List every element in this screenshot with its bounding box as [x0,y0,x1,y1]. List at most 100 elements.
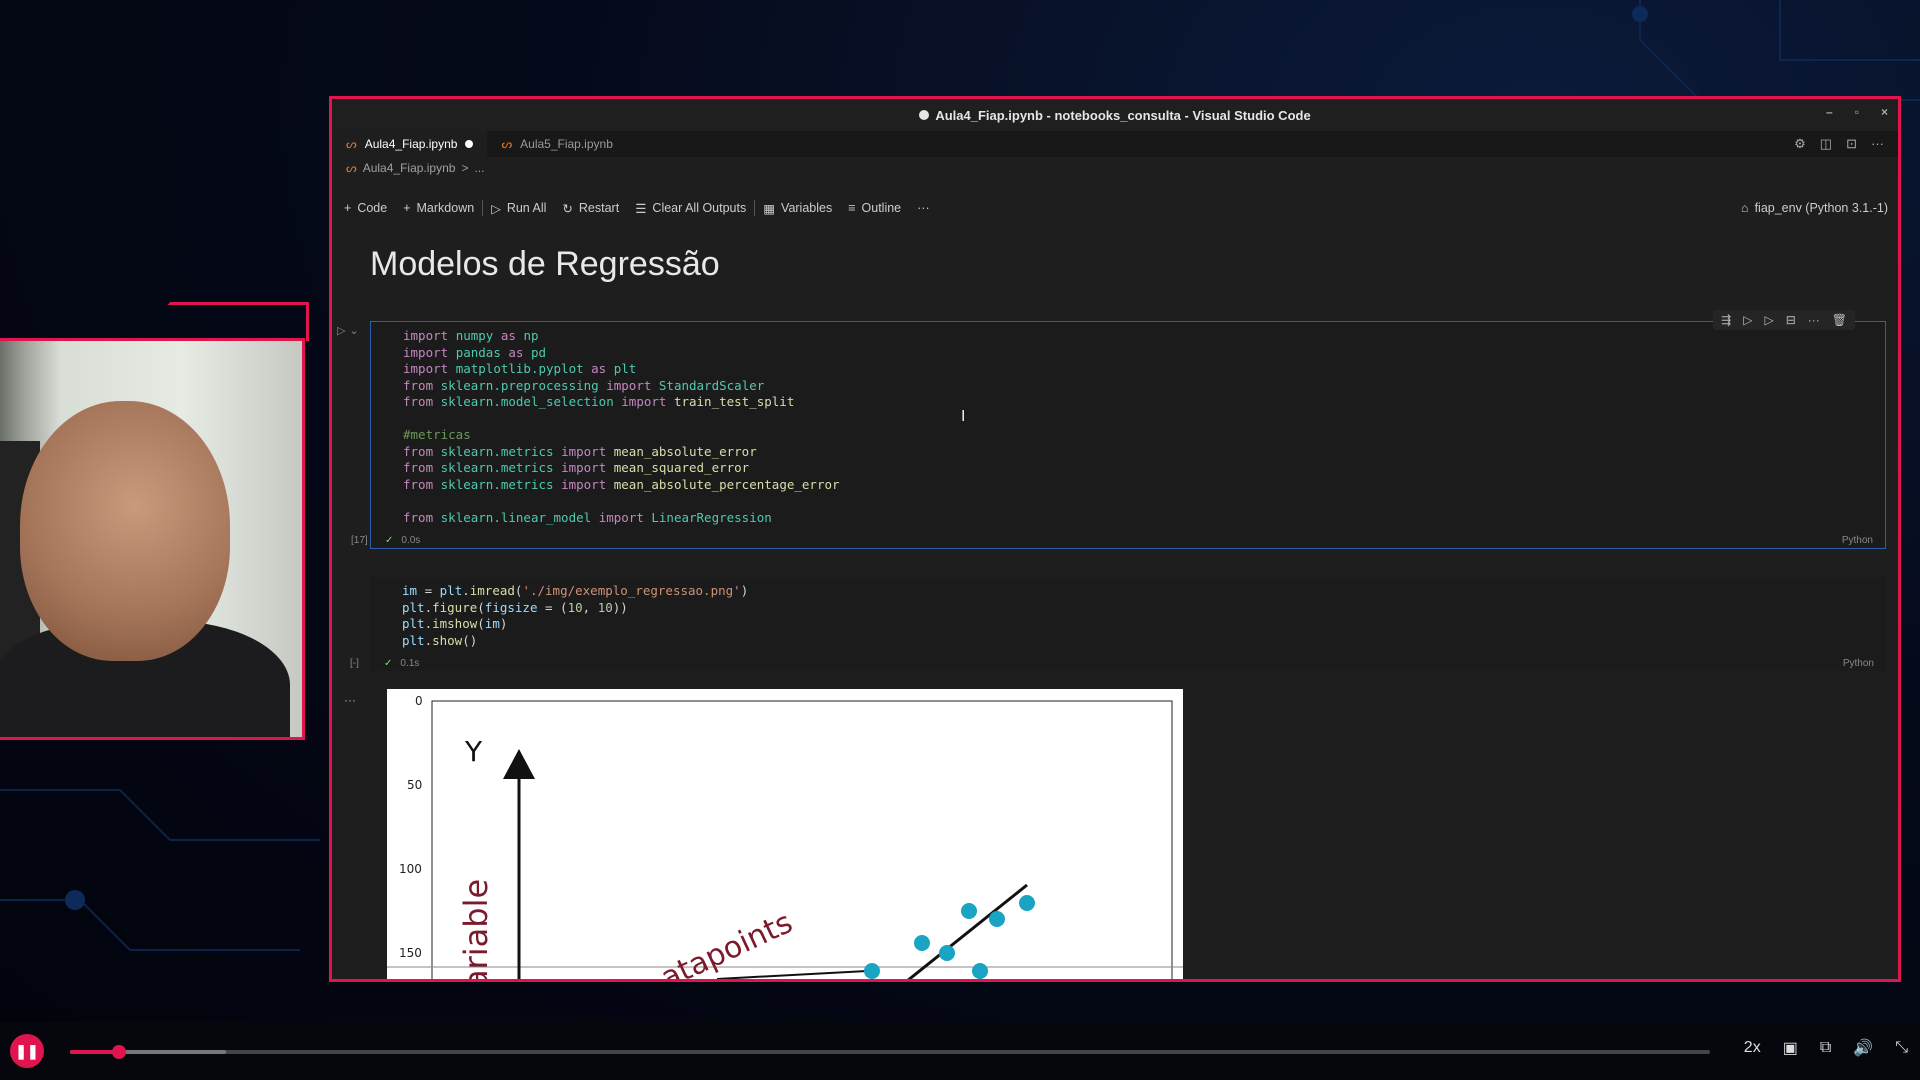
restart-icon: ↻ [562,201,573,216]
variable-label: ariable [457,879,495,982]
code-editor[interactable]: import numpy as np import pandas as pd i… [371,322,1885,532]
breadcrumb-file[interactable]: Aula4_Fiap.ipynb [363,161,456,175]
playback-speed[interactable]: 2x [1744,1039,1761,1057]
exec-time: 0.0s [401,534,421,546]
clear-outputs-label: Clear All Outputs [652,201,747,215]
tab-actions: ⚙ ◫ ⊡ ··· [1794,136,1898,152]
notebook-heading: Modelos de Regressão [370,245,720,283]
unsaved-dot-icon [919,110,930,120]
variables-label: Variables [781,201,833,215]
add-markdown-button[interactable]: + Markdown [395,201,482,215]
toolbar-more-button[interactable]: ··· [909,201,938,215]
variables-button[interactable]: ▦ Variables [755,201,840,216]
split-editor-icon[interactable]: ◫ [1820,136,1832,152]
close-icon[interactable]: × [1881,105,1888,119]
exec-time: 0.1s [400,657,420,669]
outline-label: Outline [861,201,902,215]
cell-status: [17] ✓ 0.0s Python [351,532,1885,548]
webcam-person-head [20,401,230,661]
progress-knob[interactable] [112,1045,127,1059]
window-controls: – ▫ × [1826,105,1888,119]
cell-status: [-] ✓ 0.1s Python [350,655,1886,671]
execute-above-icon[interactable]: ▷ [1743,313,1752,327]
restore-icon[interactable]: ▫ [1855,105,1859,119]
notebook-icon: ᔕ [346,137,357,151]
add-markdown-label: Markdown [416,201,475,215]
y-tick-0: 0 [415,694,423,708]
settings-gear-icon[interactable]: ⚙ [1794,136,1806,152]
run-icon: ▷ [491,201,501,216]
text-cursor-icon: I [961,408,966,425]
volume-icon[interactable]: 🔊 [1853,1038,1873,1058]
webcam-frame-tab [140,302,309,341]
variables-icon: ▦ [763,201,776,216]
regression-plot: 0 50 100 150 Y ariable atapoints [387,694,1183,982]
run-by-line-icon[interactable]: ⇶ [1721,313,1731,327]
chevron-down-icon[interactable]: ⌄ [349,324,358,337]
webcam-feed [0,338,305,740]
modified-dot-icon[interactable] [465,140,474,148]
tab-label: Aula4_Fiap.ipynb [364,137,458,151]
outline-icon: ≡ [848,201,856,215]
restart-label: Restart [578,201,620,215]
clear-outputs-button[interactable]: ☰ Clear All Outputs [627,201,754,216]
fullscreen-exit-icon[interactable]: ⤡ [1895,1039,1908,1057]
breadcrumb-more[interactable]: ... [474,161,484,175]
notebook-icon: ᔕ [501,137,513,151]
tab-aula4[interactable]: ᔕ Aula4_Fiap.ipynb [332,131,488,157]
cell-language[interactable]: Python [1843,658,1874,669]
outline-button[interactable]: ≡ Outline [840,201,909,215]
editor-tabs: ᔕ Aula4_Fiap.ipynb ᔕ Aula5_Fiap.ipynb ⚙ … [332,131,1898,157]
exec-count: [17] [351,534,368,546]
y-tick-50: 50 [407,778,422,792]
add-code-label: Code [357,201,388,215]
run-cell-icon[interactable]: ▷ [337,324,345,337]
player-controls: 2x ▣ ⧉ 🔊 ⤡ [1744,1038,1908,1058]
plus-icon: + [403,201,411,215]
breadcrumb: ᔕ Aula4_Fiap.ipynb > ... [332,157,1898,179]
kernel-label: fiap_env (Python 3.1.-1) [1754,201,1888,215]
exec-count: [-] [350,657,359,669]
breadcrumb-separator: > [461,161,469,175]
run-all-label: Run All [506,201,547,215]
picture-in-picture-icon[interactable]: ⧉ [1820,1039,1831,1057]
lock-icon[interactable]: ⊡ [1846,136,1857,152]
cell-language[interactable]: Python [1842,535,1873,546]
datapoints-label: atapoints [656,905,798,982]
output-more-button[interactable]: ··· [344,693,356,707]
success-check-icon: ✓ [384,657,393,669]
output-plot-image: 0 50 100 150 Y ariable atapoints [387,689,1183,982]
clear-all-icon: ☰ [635,201,647,216]
tab-aula5[interactable]: ᔕ Aula5_Fiap.ipynb [487,131,626,157]
code-cell-imports[interactable]: ▷ ⌄ ⇶ ▷ ▷ ⊟ ··· 🗑 import numpy as np imp… [337,310,1886,549]
run-all-button[interactable]: ▷ Run All [483,201,554,216]
code-cell-plot[interactable]: im = plt.imread('./img/exemplo_regressao… [350,577,1886,671]
notebook-toolbar: + Code + Markdown ▷ Run All ↻ Restart ☰ … [332,185,1898,231]
video-player-bar: ❚❚ 2x ▣ ⧉ 🔊 ⤡ [0,1022,1920,1080]
split-cell-icon[interactable]: ⊟ [1786,313,1796,327]
tab-label: Aula5_Fiap.ipynb [520,137,613,151]
add-code-button[interactable]: + Code [336,201,395,215]
y-axis-letter: Y [464,735,483,768]
y-tick-150: 150 [399,946,422,960]
code-editor[interactable]: im = plt.imread('./img/exemplo_regressao… [370,577,1886,655]
cell-run-controls: ▷ ⌄ [337,324,359,337]
pause-icon: ❚❚ [15,1042,39,1059]
title-bar: Aula4_Fiap.ipynb - notebooks_consulta - … [332,99,1898,131]
cell-more-icon[interactable]: ··· [1808,313,1820,327]
restart-button[interactable]: ↻ Restart [554,201,627,216]
pause-button[interactable]: ❚❚ [10,1034,44,1068]
more-actions-icon[interactable]: ··· [1871,136,1884,152]
cell-toolbar: ⇶ ▷ ▷ ⊟ ··· 🗑 [1713,310,1855,330]
captions-icon[interactable]: ▣ [1783,1038,1798,1058]
plus-icon: + [344,201,352,215]
delete-cell-icon[interactable]: 🗑 [1832,313,1847,327]
progress-bar[interactable] [70,1045,1710,1059]
window-title: Aula4_Fiap.ipynb - notebooks_consulta - … [935,107,1311,123]
success-check-icon: ✓ [385,534,394,546]
kernel-picker[interactable]: ⌂ fiap_env (Python 3.1.-1) [1733,201,1898,215]
minimize-icon[interactable]: – [1826,105,1833,119]
execute-below-icon[interactable]: ▷ [1764,313,1773,327]
kernel-icon: ⌂ [1741,201,1749,215]
y-tick-100: 100 [399,862,422,876]
